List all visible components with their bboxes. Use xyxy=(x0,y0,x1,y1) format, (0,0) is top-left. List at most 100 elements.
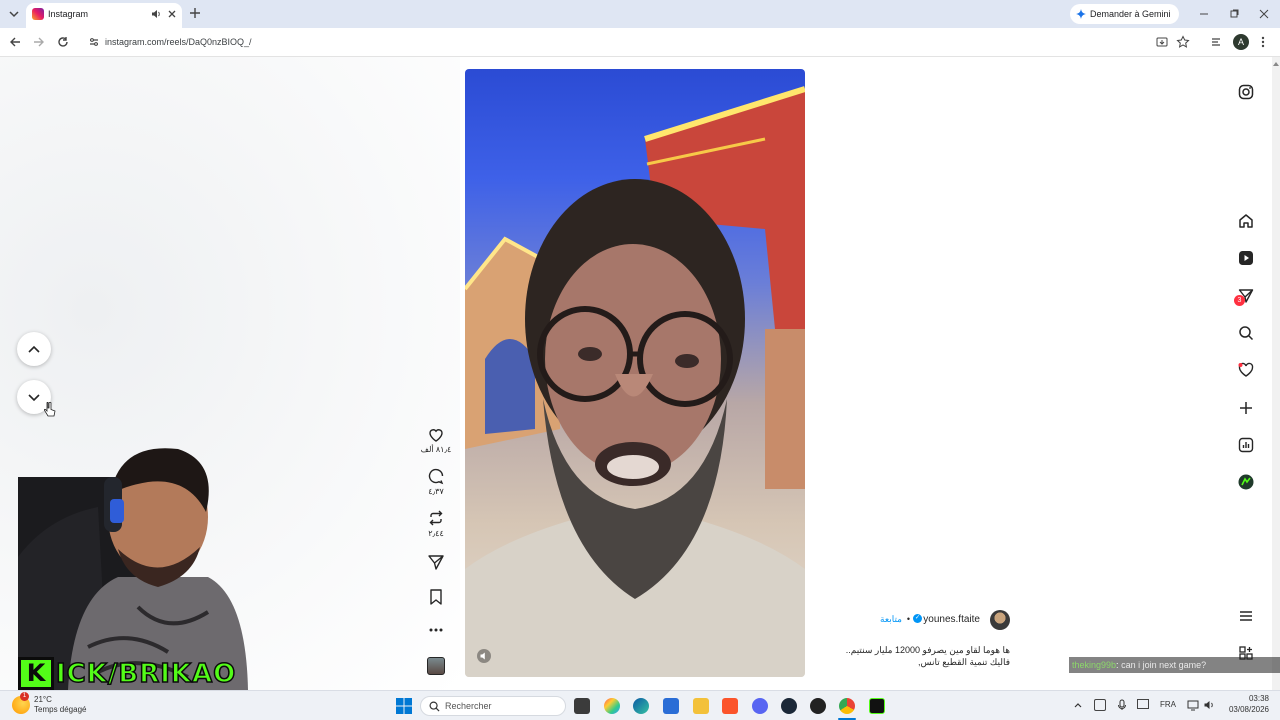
chrome-icon[interactable] xyxy=(839,698,855,714)
reel-caption: ها هوما لقاو مين يصرفو 12000 مليار سنتيم… xyxy=(820,644,1010,668)
heart-icon xyxy=(429,429,443,442)
caption-line-2: فاليك تنمية القطيع تانس, xyxy=(918,657,1010,667)
reels-icon[interactable] xyxy=(1235,247,1257,269)
messages-badge: 3 xyxy=(1234,295,1245,306)
file-explorer-icon[interactable] xyxy=(693,698,709,714)
edge-icon[interactable] xyxy=(633,698,649,714)
more-menu-icon[interactable] xyxy=(1235,605,1257,627)
profile-avatar-icon[interactable] xyxy=(1235,471,1257,493)
kick-channel-name: ICK/BRIKAO xyxy=(55,658,237,690)
taskbar-search-box[interactable]: Rechercher xyxy=(420,696,566,716)
home-icon[interactable] xyxy=(1235,210,1257,232)
author-avatar[interactable] xyxy=(990,610,1010,630)
chat-username: theking99b xyxy=(1072,660,1117,670)
brave-icon[interactable] xyxy=(722,698,738,714)
reel-video-frame xyxy=(465,86,805,677)
browser-menu-icon[interactable] xyxy=(1260,35,1266,49)
forward-arrow-icon[interactable] xyxy=(32,35,46,49)
reel-video[interactable] xyxy=(465,69,805,677)
tab-title: Instagram xyxy=(48,9,89,19)
more-options-action[interactable] xyxy=(420,623,452,637)
task-view-icon[interactable] xyxy=(574,698,590,714)
browser-toolbar: instagram.com/reels/DaQ0nzBIOQ_/ A xyxy=(0,28,1280,57)
store-icon[interactable] xyxy=(663,698,679,714)
install-app-icon[interactable] xyxy=(1155,35,1169,49)
search-icon[interactable] xyxy=(1235,322,1257,344)
mouse-cursor-hand-icon xyxy=(44,402,56,418)
reel-author-row: younes.ftaite ✓ • متابعة xyxy=(830,610,1010,630)
clock-date[interactable]: 03/08/2026 xyxy=(1225,705,1269,714)
windows-taskbar: 1 21°C Temps dégagé Rechercher FRA 03:38… xyxy=(0,690,1280,720)
terminal-app-icon[interactable] xyxy=(869,698,885,714)
dashboard-icon[interactable] xyxy=(1235,434,1257,456)
kick-channel-banner: K ICK/BRIKAO xyxy=(18,657,280,690)
gemini-sparkle-icon xyxy=(1076,9,1086,19)
copilot-icon[interactable] xyxy=(604,698,620,714)
follow-button[interactable]: متابعة xyxy=(880,614,902,625)
comment-icon xyxy=(428,468,444,485)
page-scrollbar[interactable] xyxy=(1272,57,1280,690)
discord-icon[interactable] xyxy=(752,698,768,714)
reading-list-icon[interactable] xyxy=(1210,35,1224,49)
share-action[interactable] xyxy=(420,553,452,571)
tab-search-chevron-icon[interactable] xyxy=(6,6,22,22)
create-plus-icon[interactable] xyxy=(1235,397,1257,419)
bookmark-icon xyxy=(430,589,442,605)
search-placeholder: Rechercher xyxy=(445,701,492,711)
instagram-logo-icon[interactable] xyxy=(1235,81,1257,103)
profile-avatar[interactable]: A xyxy=(1233,34,1249,50)
bookmark-star-icon[interactable] xyxy=(1176,35,1190,49)
mute-toggle-button[interactable] xyxy=(477,649,491,663)
previous-reel-button[interactable] xyxy=(17,332,51,366)
speaker-icon xyxy=(480,652,485,660)
kick-logo: K xyxy=(18,657,54,690)
url-text: instagram.com/reels/DaQ0nzBIOQ_/ xyxy=(105,37,252,47)
weather-temp: 21°C xyxy=(34,695,52,704)
back-arrow-icon[interactable] xyxy=(8,35,22,49)
keyboard-icon[interactable] xyxy=(1137,699,1149,709)
input-language[interactable]: FRA xyxy=(1160,700,1176,709)
audio-track-thumbnail[interactable] xyxy=(427,657,445,675)
instagram-favicon-icon xyxy=(32,8,44,20)
verified-badge-icon: ✓ xyxy=(913,614,922,623)
microphone-icon[interactable] xyxy=(1117,699,1127,711)
save-action[interactable] xyxy=(420,588,452,606)
stream-chat-message: theking99b: can i join next game? xyxy=(1069,657,1280,673)
new-tab-plus-icon[interactable] xyxy=(188,6,202,20)
close-window-icon[interactable] xyxy=(1256,6,1272,22)
gemini-label: Demander à Gemini xyxy=(1090,9,1171,19)
chat-text: can i join next game? xyxy=(1121,660,1207,670)
steam-icon[interactable] xyxy=(781,698,797,714)
caption-line-1: ها هوما لقاو مين يصرفو 12000 مليار سنتيم… xyxy=(845,645,1010,655)
tab-instagram[interactable]: Instagram xyxy=(26,3,182,28)
address-bar[interactable]: instagram.com/reels/DaQ0nzBIOQ_/ xyxy=(80,31,1196,53)
obs-icon[interactable] xyxy=(810,698,826,714)
tray-app-icon[interactable] xyxy=(1094,699,1106,711)
chevron-up-icon xyxy=(28,345,40,353)
author-name[interactable]: younes.ftaite xyxy=(923,614,980,625)
reposts-count: ٢٫٤٤ xyxy=(428,529,444,538)
like-action[interactable]: ٨١٫٤ ألف xyxy=(420,425,452,454)
search-icon xyxy=(429,701,440,712)
minimize-window-icon[interactable] xyxy=(1196,6,1212,22)
streamer-webcam-overlay xyxy=(18,437,258,690)
chevron-down-icon xyxy=(28,394,40,402)
start-windows-icon[interactable] xyxy=(396,698,412,714)
speaker-icon[interactable] xyxy=(150,8,162,20)
reload-icon[interactable] xyxy=(56,35,70,49)
repost-icon xyxy=(429,510,443,526)
weather-badge: 1 xyxy=(20,692,29,701)
volume-icon[interactable] xyxy=(1203,699,1215,711)
ask-gemini-button[interactable]: Demander à Gemini xyxy=(1070,4,1179,24)
notifications-heart-icon[interactable] xyxy=(1235,359,1257,381)
tray-chevron-up-icon[interactable] xyxy=(1073,700,1083,710)
more-dots-icon xyxy=(429,628,443,632)
close-tab-icon[interactable] xyxy=(166,8,178,20)
restore-window-icon[interactable] xyxy=(1226,6,1242,22)
repost-action[interactable]: ٢٫٤٤ xyxy=(420,509,452,538)
weather-desc: Temps dégagé xyxy=(34,705,87,714)
site-settings-icon[interactable] xyxy=(88,36,100,48)
comment-action[interactable]: ٤٫٣٧ xyxy=(420,467,452,496)
clock-time[interactable]: 03:38 xyxy=(1229,694,1269,703)
network-icon[interactable] xyxy=(1187,699,1199,711)
